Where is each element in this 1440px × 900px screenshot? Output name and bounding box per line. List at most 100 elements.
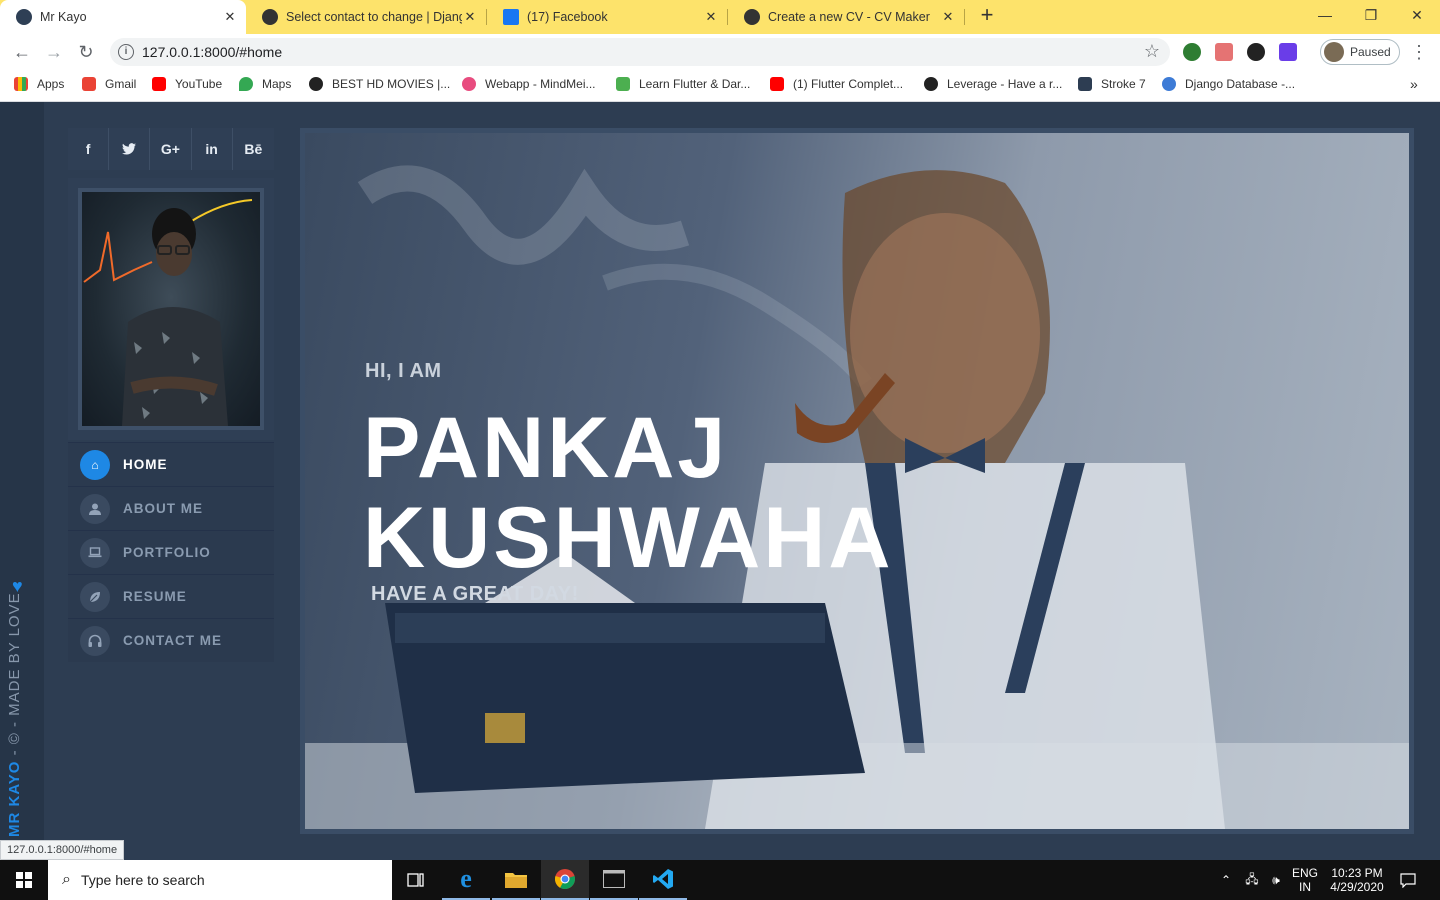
bookmark-apps[interactable]: Apps (14, 77, 64, 91)
close-tab-icon[interactable]: ✕ (703, 9, 719, 25)
terminal-icon[interactable] (590, 860, 638, 900)
flutter-course-icon (616, 77, 630, 91)
facebook-icon[interactable]: f (68, 128, 110, 170)
extension-icon[interactable] (1215, 43, 1233, 61)
bookmark-django-db[interactable]: Django Database -... (1162, 77, 1295, 91)
linkedin-icon[interactable]: in (192, 128, 233, 170)
reload-button[interactable]: ↻ (74, 40, 98, 64)
nav-item-label: RESUME (123, 589, 187, 604)
headphones-icon (80, 625, 110, 656)
edge-icon[interactable]: e (442, 860, 490, 900)
close-window-button[interactable]: ✕ (1394, 0, 1440, 30)
facebook-favicon-icon (503, 9, 519, 25)
vscode-icon[interactable] (639, 860, 687, 900)
nav-item-home[interactable]: ⌂ HOME (68, 442, 274, 486)
profile-portrait-illustration (83, 199, 253, 426)
extension-icon[interactable] (1247, 43, 1265, 61)
close-tab-icon[interactable]: ✕ (462, 9, 478, 25)
hero-name-first: PANKAJ (363, 400, 729, 496)
hero-greeting: HI, I AM (365, 360, 442, 382)
sidebar: f G+ in Bē ⌂ HOME ABOUT ME PORTFOLIO RES… (68, 128, 274, 662)
apps-grid-icon (14, 77, 28, 91)
bookmark-flutter-complete[interactable]: (1) Flutter Complet... (770, 77, 903, 91)
browser-toolbar: ← → ↻ i 127.0.0.1:8000/#home ☆ Paused ⋮ (0, 34, 1440, 70)
bookmark-stroke7[interactable]: Stroke 7 (1078, 77, 1146, 91)
profile-photo (78, 188, 264, 430)
bookmark-maps[interactable]: Maps (239, 77, 291, 91)
globe-icon (924, 77, 938, 91)
bookmark-gmail[interactable]: Gmail (82, 77, 136, 91)
bookmark-label: BEST HD MOVIES |... (332, 77, 451, 91)
restore-button[interactable]: ❐ (1348, 0, 1394, 30)
home-icon: ⌂ (80, 449, 110, 480)
globe-icon (309, 77, 323, 91)
behance-icon[interactable]: Bē (233, 128, 274, 170)
minimize-button[interactable]: — (1302, 0, 1348, 30)
nav-item-label: PORTFOLIO (123, 545, 211, 560)
tab-facebook[interactable]: (17) Facebook ✕ (487, 0, 727, 34)
bookmark-label: (1) Flutter Complet... (793, 77, 904, 91)
hero-section: HI, I AM PANKAJ KUSHWAHA HAVE A GREAT DA… (300, 128, 1414, 834)
bookmark-leverage[interactable]: Leverage - Have a r... (924, 77, 1062, 91)
volume-icon[interactable]: 🕪 (1264, 860, 1288, 900)
extension-icon[interactable] (1183, 43, 1201, 61)
search-placeholder: Type here to search (80, 872, 205, 888)
bookmark-label: Django Database -... (1185, 77, 1296, 91)
task-view-icon[interactable] (392, 860, 440, 900)
bookmark-label: YouTube (175, 77, 223, 91)
file-explorer-icon[interactable] (492, 860, 540, 900)
language-indicator[interactable]: ENG IN (1288, 860, 1322, 900)
address-bar[interactable]: i 127.0.0.1:8000/#home ☆ (110, 38, 1170, 66)
bookmark-label: Apps (37, 77, 65, 91)
clock[interactable]: 10:23 PM 4/29/2020 (1322, 860, 1392, 900)
close-tab-icon[interactable]: ✕ (940, 9, 956, 25)
search-icon: ⌕ (62, 871, 71, 888)
twitter-icon[interactable] (109, 128, 151, 170)
bookmark-movies[interactable]: BEST HD MOVIES |... (309, 77, 450, 91)
bookmark-flutter[interactable]: Learn Flutter & Dar... (616, 77, 750, 91)
credit-brand: MR KAYO (6, 760, 23, 837)
new-tab-button[interactable]: + (976, 4, 998, 28)
address-url: 127.0.0.1:8000/#home (142, 44, 283, 60)
nav-item-about-me[interactable]: ABOUT ME (68, 486, 274, 530)
nav-item-contact-me[interactable]: CONTACT ME (68, 618, 274, 662)
hero-banner: HI, I AM PANKAJ KUSHWAHA HAVE A GREAT DA… (305, 133, 1409, 829)
tab-title: Mr Kayo (40, 10, 87, 24)
bookmark-label: Gmail (105, 77, 137, 91)
taskbar-search[interactable]: ⌕ Type here to search (48, 860, 392, 900)
bookmark-label: Webapp - MindMei... (485, 77, 596, 91)
bookmark-youtube[interactable]: YouTube (152, 77, 222, 91)
show-hidden-icons[interactable]: ⌃ (1214, 860, 1238, 900)
start-button[interactable] (0, 860, 48, 900)
network-icon[interactable]: 🖧 (1240, 860, 1264, 900)
notifications-icon[interactable] (1396, 860, 1420, 900)
google-plus-icon[interactable]: G+ (150, 128, 192, 170)
windows-logo-icon (16, 872, 32, 888)
profile-photo-frame (68, 178, 274, 440)
forward-button[interactable]: → (42, 40, 66, 64)
chrome-icon[interactable] (541, 860, 589, 900)
extension-icon[interactable] (1279, 43, 1297, 61)
clock-time: 10:23 PM (1331, 866, 1383, 880)
avatar (1324, 42, 1344, 62)
profile-button[interactable]: Paused (1320, 39, 1400, 65)
status-bar-url: 127.0.0.1:8000/#home (0, 840, 125, 860)
globe-icon (744, 9, 760, 25)
back-button[interactable]: ← (10, 40, 34, 64)
close-tab-icon[interactable]: ✕ (222, 9, 238, 25)
menu-kebab-icon[interactable]: ⋮ (1410, 42, 1428, 63)
more-bookmarks-icon[interactable]: » (1410, 76, 1418, 92)
leaf-icon (80, 581, 110, 612)
tab-title: Create a new CV - CV Maker (768, 10, 930, 24)
tab-django-admin[interactable]: Select contact to change | Django ✕ (246, 0, 486, 34)
stroke7-icon (1078, 77, 1092, 91)
site-info-icon[interactable]: i (118, 44, 134, 60)
nav-item-label: ABOUT ME (123, 501, 203, 516)
bookmark-mindmeister[interactable]: Webapp - MindMei... (462, 77, 596, 91)
tab-mr-kayo[interactable]: Mr Kayo ✕ (0, 0, 246, 34)
nav-item-resume[interactable]: RESUME (68, 574, 274, 618)
user-icon (80, 493, 110, 524)
tab-cv-maker[interactable]: Create a new CV - CV Maker ✕ (728, 0, 964, 34)
bookmark-star-icon[interactable]: ☆ (1144, 41, 1160, 62)
nav-item-portfolio[interactable]: PORTFOLIO (68, 530, 274, 574)
